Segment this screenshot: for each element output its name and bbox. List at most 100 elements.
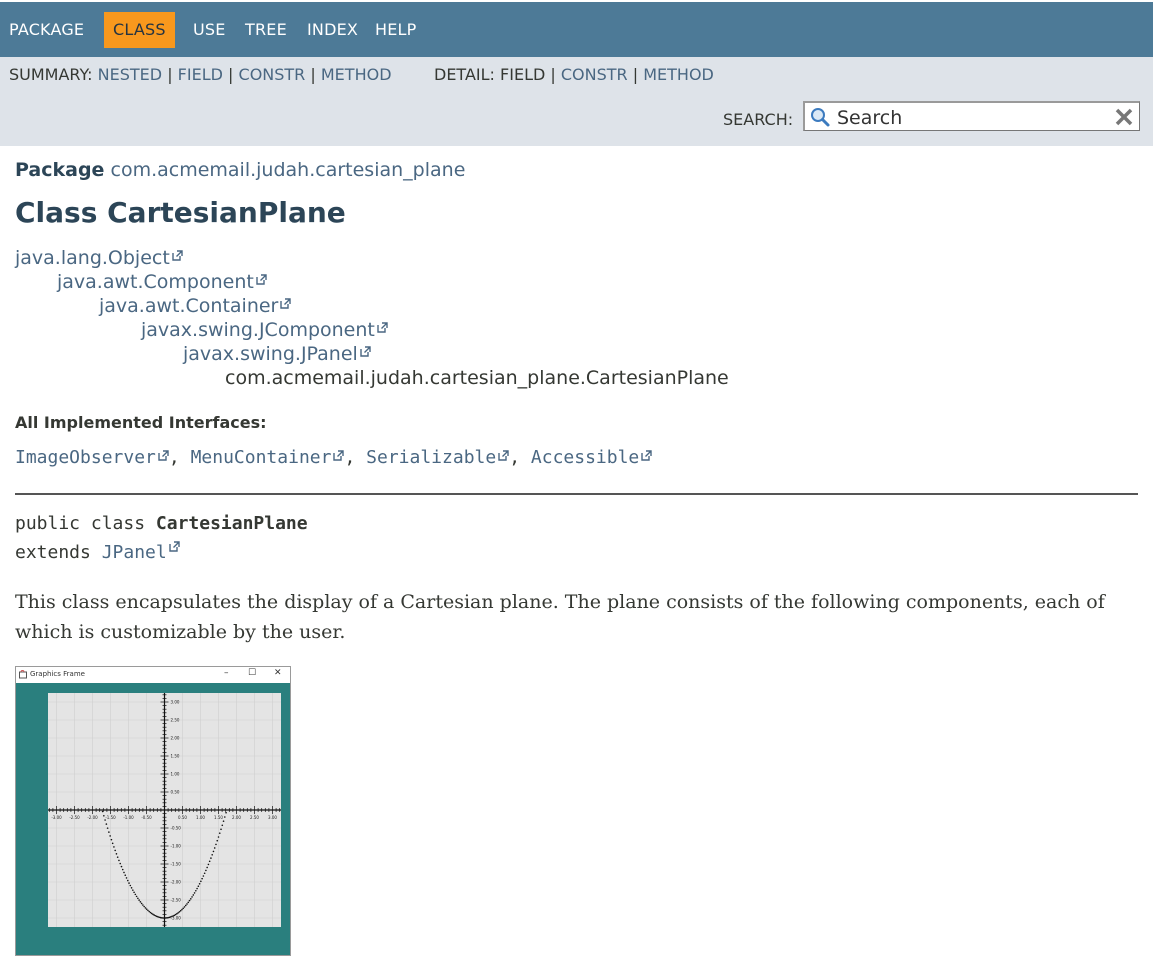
curve-point: [187, 901, 190, 904]
section-divider: [15, 493, 1138, 495]
curve-point: [217, 836, 220, 838]
curve-point: [144, 907, 147, 909]
curve-point: [101, 810, 104, 813]
external-link-icon: [377, 322, 388, 333]
y-tick-label: 1.00: [171, 772, 180, 777]
extends-jpanel-link[interactable]: JPanel: [102, 542, 167, 563]
y-tick-label: 0.50: [171, 790, 180, 795]
curve-point: [110, 838, 113, 841]
search-input[interactable]: [835, 105, 1109, 131]
interface-link-menucontainer[interactable]: MenuContainer: [191, 447, 332, 468]
x-tick-label: 3.00: [268, 815, 277, 820]
detail-method-link[interactable]: METHOD: [643, 65, 714, 84]
curve-point: [197, 885, 200, 887]
search-icon: [811, 108, 830, 127]
inheritance-link-object[interactable]: java.lang.Object: [15, 247, 170, 269]
detail-nav: DETAIL: FIELD | CONSTR | METHOD: [434, 65, 714, 84]
detail-field-text: FIELD: [500, 65, 546, 84]
curve-point: [126, 879, 129, 882]
curve-point: [208, 860, 211, 863]
curve-point: [216, 839, 219, 842]
nav-package[interactable]: PACKAGE: [9, 12, 84, 48]
curve-point: [105, 823, 108, 825]
summary-constr-link[interactable]: CONSTR: [239, 65, 306, 84]
curve-point: [148, 910, 150, 913]
inheritance-link-container[interactable]: java.awt.Container: [99, 295, 278, 317]
curve-point: [181, 908, 183, 911]
class-description: This class encapsulates the display of a…: [15, 591, 1105, 643]
external-link-icon: [280, 298, 292, 309]
inheritance-link-jcomponent[interactable]: javax.swing.JComponent: [141, 319, 375, 341]
maximize-icon: ☐: [248, 668, 257, 678]
x-tick-label: -3.00: [51, 815, 62, 820]
summary-method-link[interactable]: METHOD: [321, 65, 392, 84]
curve-point: [195, 889, 197, 892]
curve-point: [196, 887, 198, 890]
curve-point: [132, 889, 134, 891]
interface-link-accessible[interactable]: Accessible: [531, 447, 639, 468]
y-tick-label: -0.50: [171, 826, 182, 831]
package-link[interactable]: com.acmemail.judah.cartesian_plane: [111, 159, 466, 181]
inheritance-item: javax.swing.JPanel: [183, 343, 371, 365]
detail-constr-link[interactable]: CONSTR: [561, 65, 628, 84]
interfaces-list: ImageObserver, MenuContainer, Serializab…: [15, 447, 652, 468]
clear-search-icon[interactable]: [1113, 106, 1135, 128]
curve-point: [128, 882, 130, 884]
nav-help[interactable]: HELP: [375, 12, 417, 48]
interfaces-label: All Implemented Interfaces:: [15, 413, 267, 432]
curve-point: [103, 814, 105, 817]
y-tick-label: 1.50: [171, 754, 180, 759]
summary-field-link[interactable]: FIELD: [178, 65, 223, 84]
y-tick-label: 2.00: [171, 736, 180, 741]
sub-nav: SUMMARY: NESTED | FIELD | CONSTR | METHO…: [0, 57, 1153, 146]
y-tick-label: -2.00: [171, 880, 182, 885]
comma: ,: [168, 447, 180, 468]
curve-point: [130, 887, 133, 889]
curve-point: [178, 910, 181, 913]
curve-point: [138, 899, 140, 901]
x-tick-label: -1.00: [123, 815, 134, 820]
curve-point: [142, 904, 144, 906]
external-link-icon: [641, 450, 652, 461]
curve-point: [222, 820, 225, 822]
inheritance-link-jpanel[interactable]: javax.swing.JPanel: [183, 343, 358, 365]
curve-point: [147, 909, 149, 912]
x-tick-label: -1.50: [105, 815, 116, 820]
nav-class[interactable]: CLASS: [104, 12, 175, 48]
nav-use[interactable]: USE: [193, 12, 226, 48]
curve-point: [114, 849, 116, 852]
curve-point: [225, 811, 227, 814]
curve-point: [133, 891, 135, 894]
separator: |: [228, 65, 234, 84]
summary-nested-link[interactable]: NESTED: [98, 65, 162, 84]
interface-link-serializable[interactable]: Serializable: [366, 447, 496, 468]
inheritance-current-class: com.acmemail.judah.cartesian_plane.Carte…: [225, 367, 729, 389]
curve-point: [215, 843, 217, 846]
nav-index[interactable]: INDEX: [307, 12, 358, 48]
search-box: [803, 101, 1140, 131]
package-label: Package: [15, 159, 105, 181]
curve-point: [120, 865, 123, 868]
nav-tree[interactable]: TREE: [245, 12, 287, 48]
curve-point: [220, 828, 222, 831]
page-title: Class CartesianPlane: [15, 196, 346, 229]
x-tick-label: -0.50: [141, 815, 152, 820]
curve-point: [198, 882, 201, 885]
curve-point: [125, 877, 128, 879]
curve-point: [203, 872, 206, 875]
external-link-icon: [498, 450, 509, 461]
curve-point: [109, 835, 111, 837]
curve-point: [145, 908, 148, 910]
curve-point: [139, 901, 142, 903]
curve-point: [143, 905, 145, 908]
curve-point: [182, 907, 185, 910]
external-link-icon: [333, 450, 345, 461]
curve-point: [106, 827, 109, 829]
interface-link-imageobserver[interactable]: ImageObserver: [15, 447, 156, 468]
x-tick-label: 2.00: [232, 815, 241, 820]
curve-point: [211, 853, 213, 856]
inheritance-link-component[interactable]: java.awt.Component: [57, 271, 254, 293]
detail-label: DETAIL:: [434, 65, 495, 84]
inheritance-item: java.lang.Object: [15, 247, 183, 269]
search-label: SEARCH:: [723, 110, 794, 129]
